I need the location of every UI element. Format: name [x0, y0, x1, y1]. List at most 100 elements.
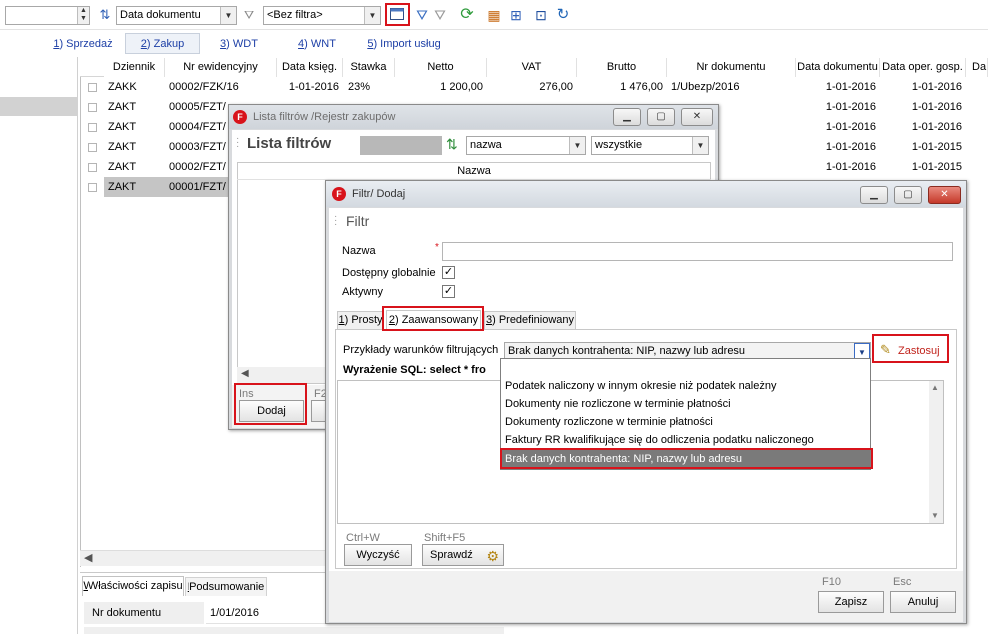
scroll-up-icon[interactable]: ▲ [931, 383, 939, 392]
tab-import-uslug[interactable]: 5) Import usług [365, 35, 443, 53]
col-header-nr-ewidencyjny[interactable]: Nr ewidencyjny [165, 58, 277, 77]
dropdown-option[interactable]: Dokumenty rozliczone w terminie płatnośc… [501, 413, 870, 431]
row-checkbox[interactable] [88, 123, 97, 132]
chevron-down-icon[interactable]: ▼ [364, 7, 380, 24]
clear-button[interactable]: Wyczyść [344, 544, 412, 566]
cell-data-dokumentu[interactable]: 1-01-2016 [796, 77, 876, 97]
cell-dziennik[interactable]: ZAKT [108, 97, 136, 117]
col-header-vat[interactable]: VAT [487, 58, 577, 77]
cell-dziennik[interactable]: ZAKT [108, 157, 136, 177]
row-checkbox[interactable] [88, 183, 97, 192]
tab-zakup[interactable]: 2) Zakup [125, 33, 200, 54]
active-checkbox[interactable]: ✓ [442, 285, 455, 298]
col-header-nr-dokumentu[interactable]: Nr dokumentu [667, 58, 796, 77]
cell-data-oper-gosp[interactable]: 1-01-2016 [880, 77, 962, 97]
cell-nr-ewidencyjny[interactable]: 00001/FZT/ [169, 177, 226, 197]
period-input[interactable]: ▲ ▼ [5, 6, 90, 25]
maximize-button[interactable]: ▢ [894, 186, 922, 204]
row-checkbox[interactable] [88, 103, 97, 112]
row-checkbox[interactable] [88, 163, 97, 172]
field-value-nr-dokumentu[interactable]: 1/01/2016 [206, 602, 326, 624]
grid-settings-icon[interactable]: ▦ [485, 6, 503, 24]
maximize-button[interactable]: ▢ [647, 108, 675, 126]
cell-data-oper-gosp[interactable]: 1-01-2016 [880, 117, 962, 137]
layout-icon[interactable]: ⊞ [507, 6, 525, 24]
lista-hscroll[interactable] [237, 367, 335, 383]
save-button[interactable]: Zapisz [818, 591, 884, 613]
cell-dziennik[interactable]: ZAKT [108, 117, 136, 137]
export-icon[interactable]: ⊡ [532, 6, 550, 24]
col-header-da[interactable]: Da [966, 58, 988, 77]
filter-clear-icon[interactable]: ⛛ [431, 6, 449, 24]
close-button[interactable]: ✕ [928, 186, 961, 204]
col-header-stawka[interactable]: Stawka [343, 58, 395, 77]
filter-select[interactable]: <Bez filtra> ▼ [263, 6, 381, 25]
horizontal-scrollbar[interactable] [80, 550, 325, 566]
scroll-down-icon[interactable]: ▼ [931, 511, 939, 520]
filter-edit-icon[interactable]: ⛛ [240, 6, 258, 24]
tab-wlasciwosci-zapisu[interactable]: WWłaściwości zapisu [82, 576, 184, 596]
dropdown-option[interactable]: Faktury RR kwalifikujące się do odliczen… [501, 431, 870, 449]
reload-icon[interactable]: ↻ [554, 6, 572, 24]
filter-icon[interactable]: ⛛ [413, 6, 431, 24]
cell-nr-ewidencyjny[interactable]: 00003/FZT/ [169, 137, 226, 157]
left-panel-selected-item[interactable] [0, 97, 78, 116]
cell-nr-dokumentu[interactable]: 1/Ubezp/2016 [671, 77, 740, 97]
tab-sprzedaz[interactable]: 1) Sprzedaż [52, 35, 114, 53]
chevron-down-icon[interactable]: ▼ [569, 137, 585, 154]
col-header-data-ksieg[interactable]: Data księg. [277, 58, 343, 77]
row-checkbox[interactable] [88, 83, 97, 92]
cell-dziennik[interactable]: ZAKT [108, 177, 136, 197]
tab-predefiniowany[interactable]: 3) Predefiniowany [484, 311, 576, 329]
chevron-down-icon[interactable]: ▼ [220, 7, 236, 24]
dropdown-option[interactable]: Podatek naliczony w innym okresie niż po… [501, 377, 870, 395]
cell-data-ksieg[interactable]: 1-01-2016 [277, 77, 339, 97]
cell-vat[interactable]: 276,00 [487, 77, 573, 97]
scroll-left-icon[interactable]: ◀ [84, 551, 92, 564]
col-header-data-dokumentu[interactable]: Data dokumentu [796, 58, 880, 77]
cell-netto[interactable]: 1 200,00 [395, 77, 483, 97]
col-header-data-oper-gosp[interactable]: Data oper. gosp. [880, 58, 966, 77]
cell-stawka[interactable]: 23% [348, 77, 370, 97]
minimize-button[interactable]: ▁ [613, 108, 641, 126]
lista-scope-select[interactable]: wszystkie ▼ [591, 136, 709, 155]
minimize-button[interactable]: ▁ [860, 186, 888, 204]
sort-direction-icon[interactable]: ⇅ [96, 6, 114, 24]
cell-data-dokumentu[interactable]: 1-01-2016 [796, 117, 876, 137]
col-header-netto[interactable]: Netto [395, 58, 487, 77]
tab-prosty[interactable]: 1) Prosty [337, 311, 384, 329]
col-header-dziennik[interactable]: Dziennik [104, 58, 165, 77]
cell-nr-ewidencyjny[interactable]: 00002/FZK/16 [169, 77, 239, 97]
global-checkbox[interactable]: ✓ [442, 266, 455, 279]
tab-podsumowanie[interactable]: PPodsumowanie [185, 577, 267, 596]
cell-dziennik[interactable]: ZAKK [108, 77, 137, 97]
cell-data-oper-gosp[interactable]: 1-01-2015 [880, 157, 962, 177]
cell-data-dokumentu[interactable]: 1-01-2016 [796, 97, 876, 117]
cell-data-dokumentu[interactable]: 1-01-2016 [796, 137, 876, 157]
name-input[interactable] [442, 242, 953, 261]
cell-nr-ewidencyjny[interactable]: 00002/FZT/ [169, 157, 226, 177]
sort-field-select[interactable]: Data dokumentu ▼ [116, 6, 237, 25]
cell-brutto[interactable]: 1 476,00 [577, 77, 663, 97]
cell-nr-ewidencyjny[interactable]: 00004/FZT/ [169, 117, 226, 137]
lista-sort-select[interactable]: nazwa ▼ [466, 136, 586, 155]
sql-vscroll[interactable] [929, 381, 943, 523]
cell-nr-ewidencyjny[interactable]: 00005/FZT/ [169, 97, 226, 117]
dropdown-option[interactable]: Dokumenty nie rozliczone w terminie płat… [501, 395, 870, 413]
lista-sort-icon[interactable]: ⇅ [446, 136, 458, 153]
lista-col-nazwa[interactable]: Nazwa [237, 162, 711, 180]
tab-wdt[interactable]: 3) WDT [218, 35, 260, 53]
chevron-down-icon[interactable]: ▼ [692, 137, 708, 154]
refresh-icon[interactable]: ⟳ [458, 6, 476, 24]
cell-data-oper-gosp[interactable]: 1-01-2015 [880, 137, 962, 157]
scroll-left-icon[interactable]: ◀ [241, 368, 249, 379]
cell-data-oper-gosp[interactable]: 1-01-2016 [880, 97, 962, 117]
close-button[interactable]: ✕ [681, 108, 713, 126]
lista-search-input[interactable] [360, 136, 442, 155]
check-button[interactable]: Sprawdź ⚙ [422, 544, 504, 566]
row-checkbox[interactable] [88, 143, 97, 152]
cell-dziennik[interactable]: ZAKT [108, 137, 136, 157]
cancel-button[interactable]: Anuluj [890, 591, 956, 613]
tab-wnt[interactable]: 4) WNT [296, 35, 338, 53]
cell-data-dokumentu[interactable]: 1-01-2016 [796, 157, 876, 177]
